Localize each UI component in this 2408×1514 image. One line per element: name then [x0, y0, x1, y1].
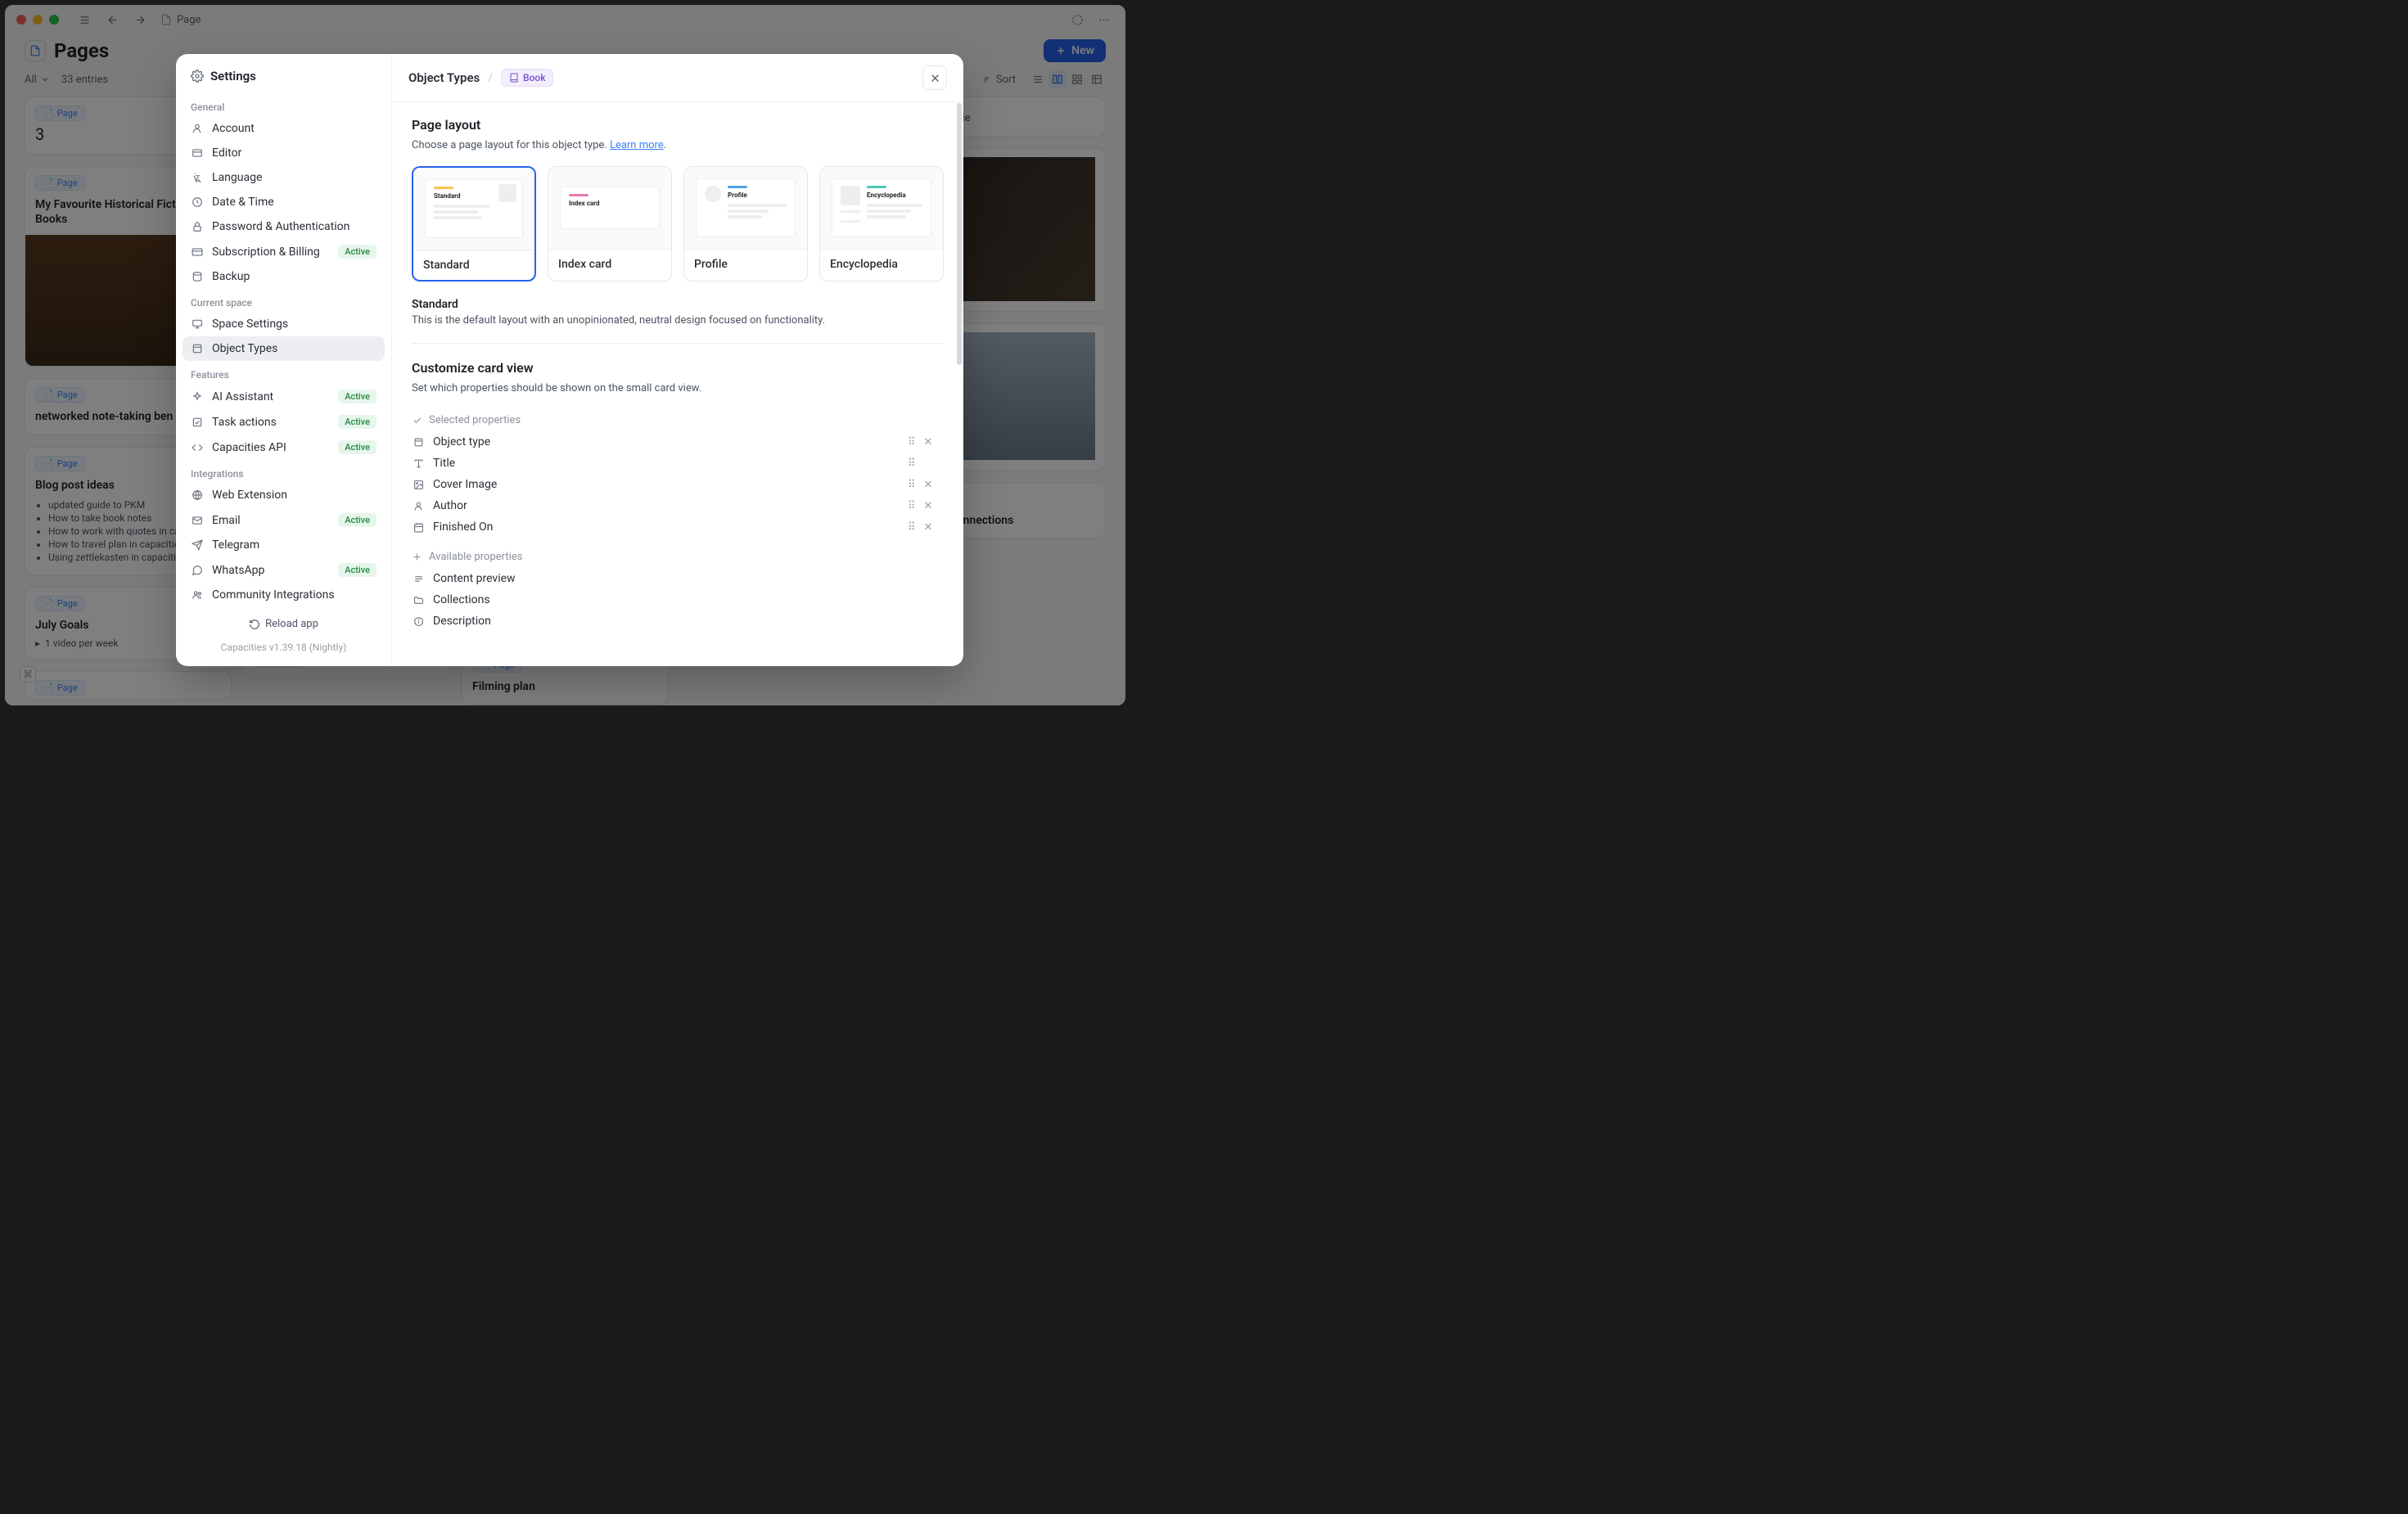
prop-author[interactable]: Author ⠿✕ [412, 495, 944, 516]
selected-props-label: Selected properties [412, 409, 944, 431]
nav-ai[interactable]: AI AssistantActive [183, 384, 385, 409]
nav-api[interactable]: Capacities APIActive [183, 435, 385, 460]
settings-panel: Object Types / Book Page layout Choose a… [392, 54, 963, 666]
remove-icon[interactable]: ✕ [924, 500, 933, 512]
selected-layout-desc: This is the default layout with an unopi… [412, 314, 944, 327]
nav-web-ext[interactable]: Web Extension [183, 483, 385, 507]
lock-icon [191, 221, 204, 232]
panel-header: Object Types / Book [392, 54, 963, 102]
panel-body: Page layout Choose a page layout for thi… [392, 102, 963, 666]
image-icon [412, 480, 425, 490]
page-layout-sub: Choose a page layout for this object typ… [412, 139, 944, 151]
prop-description[interactable]: Description [412, 611, 944, 632]
text-icon [412, 458, 425, 469]
nav-datetime[interactable]: Date & Time [183, 190, 385, 214]
gear-icon [191, 70, 204, 83]
reload-button[interactable]: Reload app [183, 610, 385, 638]
card-icon [191, 246, 204, 258]
nav-telegram[interactable]: Telegram [183, 533, 385, 557]
sparkle-icon [191, 391, 204, 403]
nav-whatsapp[interactable]: WhatsAppActive [183, 557, 385, 583]
mail-icon [191, 515, 204, 526]
remove-icon[interactable]: ✕ [924, 479, 933, 491]
nav-editor[interactable]: Editor [183, 141, 385, 165]
section-integrations: Integrations [183, 460, 385, 483]
nav-email[interactable]: EmailActive [183, 507, 385, 533]
globe-icon [191, 489, 204, 501]
layout-encyclopedia[interactable]: Encyclopedia Encyclopedia [819, 166, 944, 282]
nav-community[interactable]: Community Integrations [183, 583, 385, 607]
nav-account[interactable]: Account [183, 116, 385, 141]
clock-icon [191, 196, 204, 208]
settings-title: Settings [183, 65, 385, 93]
drag-handle-icon[interactable]: ⠿ [908, 500, 916, 512]
monitor-icon [191, 318, 204, 330]
section-general: General [183, 93, 385, 116]
close-button[interactable] [922, 65, 947, 90]
settings-modal: Settings General Account Editor Language… [176, 54, 963, 666]
scrollbar[interactable] [955, 103, 963, 666]
calendar-icon [412, 522, 425, 533]
lines-icon [412, 574, 425, 584]
available-props-label: Available properties [412, 546, 944, 568]
language-icon [191, 172, 204, 183]
divider [412, 343, 944, 344]
card-view-heading: Customize card view [412, 360, 944, 376]
section-current-space: Current space [183, 289, 385, 312]
book-tag[interactable]: Book [501, 69, 553, 87]
layout-index-card[interactable]: Index card Index card [548, 166, 672, 282]
scrollbar-thumb[interactable] [957, 103, 962, 365]
layout-profile[interactable]: Profile Profile [683, 166, 808, 282]
prop-title[interactable]: Title ⠿ [412, 453, 944, 474]
editor-icon [191, 147, 204, 159]
user-icon [191, 123, 204, 134]
nav-backup[interactable]: Backup [183, 264, 385, 289]
prop-cover[interactable]: Cover Image ⠿✕ [412, 474, 944, 495]
check-icon [191, 417, 204, 428]
box-icon [191, 343, 204, 354]
nav-task-actions[interactable]: Task actionsActive [183, 409, 385, 435]
users-icon [191, 589, 204, 601]
remove-icon[interactable]: ✕ [924, 436, 933, 448]
nav-object-types[interactable]: Object Types [183, 336, 385, 361]
nav-subscription[interactable]: Subscription & BillingActive [183, 239, 385, 264]
card-view-sub: Set which properties should be shown on … [412, 382, 944, 394]
active-badge: Active [338, 245, 377, 259]
learn-more-link[interactable]: Learn more [610, 139, 664, 151]
drag-handle-icon[interactable]: ⠿ [908, 521, 916, 534]
prop-collections[interactable]: Collections [412, 589, 944, 611]
backup-icon [191, 271, 204, 282]
prop-finished[interactable]: Finished On ⠿✕ [412, 516, 944, 538]
drag-handle-icon[interactable]: ⠿ [908, 457, 916, 470]
selected-layout-title: Standard [412, 298, 944, 311]
send-icon [191, 539, 204, 551]
section-features: Features [183, 361, 385, 384]
object-type-icon [412, 437, 425, 448]
prop-object-type[interactable]: Object type ⠿✕ [412, 431, 944, 453]
layout-options: Standard Standard Index card Index card [412, 166, 944, 282]
chat-icon [191, 565, 204, 576]
drag-handle-icon[interactable]: ⠿ [908, 479, 916, 491]
code-icon [191, 442, 204, 453]
folder-icon [412, 595, 425, 606]
prop-content-preview[interactable]: Content preview [412, 568, 944, 589]
drag-handle-icon[interactable]: ⠿ [908, 436, 916, 448]
info-icon [412, 616, 425, 627]
nav-space-settings[interactable]: Space Settings [183, 312, 385, 336]
settings-sidebar: Settings General Account Editor Language… [176, 54, 392, 666]
breadcrumb-object-types[interactable]: Object Types [408, 70, 480, 85]
layout-standard[interactable]: Standard Standard [412, 166, 536, 282]
nav-language[interactable]: Language [183, 165, 385, 190]
user-icon [412, 501, 425, 511]
remove-icon[interactable]: ✕ [924, 521, 933, 534]
nav-password[interactable]: Password & Authentication [183, 214, 385, 239]
version-label: Capacities v1.39.18 (Nightly) [183, 638, 385, 660]
page-layout-heading: Page layout [412, 117, 944, 133]
